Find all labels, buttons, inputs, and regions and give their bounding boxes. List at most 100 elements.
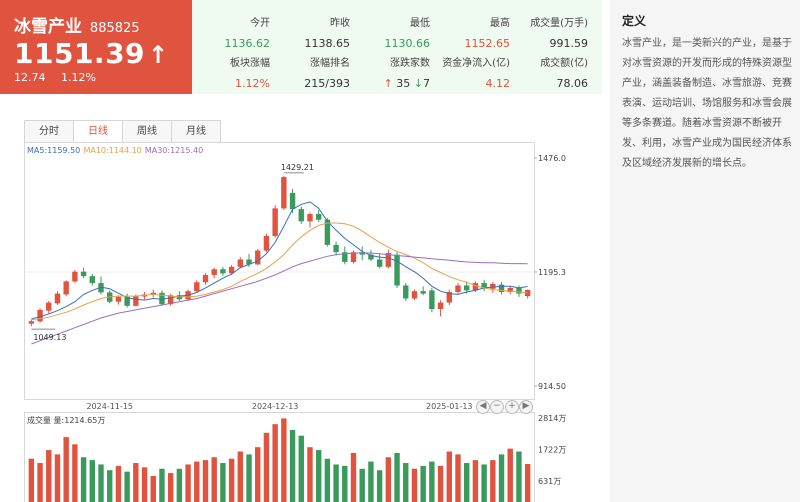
stat-label: 涨幅排名 — [310, 58, 350, 69]
volume-bar — [107, 470, 113, 502]
stats-panel: 今开 1136.62 昨收 1138.65 最低 1130.66 最高 1152… — [192, 0, 602, 94]
tab-monthly[interactable]: 月线 — [172, 120, 221, 143]
ma-legend-item: MA10:1144.10 — [83, 146, 141, 155]
volume-bar — [237, 451, 244, 502]
volume-bar — [315, 450, 322, 502]
volume-bar — [437, 465, 444, 502]
volume-tick-label: 2814万 — [538, 414, 566, 423]
volume-bar — [524, 464, 531, 502]
stat-label: 最低 — [410, 18, 430, 29]
candle — [211, 267, 217, 279]
stat-volume: 成交量(万手) 991.59 — [498, 14, 588, 50]
candle — [298, 206, 304, 224]
candle-body — [37, 309, 43, 322]
volume-axis: 2814万 1722万 631万 — [538, 414, 566, 486]
sector-code: 885825 — [89, 21, 140, 36]
candle — [28, 319, 35, 327]
candle-body — [472, 283, 479, 291]
candle-body — [394, 254, 400, 286]
stat-low: 最低 1130.66 — [340, 14, 431, 50]
current-price: 1151.39 — [14, 37, 146, 70]
candle — [324, 218, 331, 247]
tab-intraday[interactable]: 分时 — [24, 120, 74, 143]
min-label: 1049.13 — [33, 333, 66, 342]
candle — [498, 282, 505, 295]
stat-label: 今开 — [250, 18, 270, 29]
candle — [263, 233, 270, 253]
candle-body — [429, 290, 435, 310]
stat-label: 涨跌家数 — [390, 58, 430, 69]
volume-bar — [350, 452, 357, 502]
volume-bar — [89, 460, 96, 502]
candle — [446, 289, 452, 305]
price-annotations: 1429.21 1049.13 — [31, 163, 314, 342]
volume-bar — [429, 461, 435, 502]
candle — [403, 283, 409, 301]
candle-body — [376, 259, 383, 267]
volume-bar — [472, 460, 479, 502]
volume-bar — [228, 458, 235, 502]
sector-name: 冰雪产业 885825 — [14, 12, 140, 37]
volume-bar — [80, 457, 87, 502]
candle — [342, 246, 348, 265]
candle — [63, 280, 69, 297]
volume-bar — [359, 468, 365, 502]
candle-body — [455, 285, 461, 292]
candle-body — [80, 271, 87, 277]
volume-bar — [376, 470, 383, 502]
candle — [159, 290, 165, 306]
candle-body — [516, 287, 522, 294]
candle-body — [115, 296, 122, 302]
candle-body — [281, 177, 287, 209]
candle — [411, 289, 418, 301]
volume-label: 成交量 量:1214.65万 — [27, 415, 105, 425]
price-panel-frame — [24, 142, 535, 400]
stat-value: 215/393 — [304, 77, 350, 90]
volume-tick-label: 1722万 — [538, 445, 566, 454]
candle — [89, 274, 96, 286]
candle-body — [307, 214, 313, 222]
zoom-out-button[interactable]: − — [490, 400, 504, 414]
change-percent: 1.12% — [61, 71, 96, 84]
candle — [420, 286, 426, 296]
volume-bar — [150, 475, 156, 502]
candle-body — [46, 302, 52, 311]
tab-weekly[interactable]: 周线 — [123, 120, 172, 143]
stat-value: 1152.65 — [464, 37, 511, 50]
volume-bar — [324, 458, 331, 502]
date-axis: 2024-11-15 2024-12-13 2025-01-13 — [86, 402, 472, 411]
candle-body — [54, 293, 61, 304]
volume-bar — [141, 467, 148, 502]
candle-body — [89, 276, 96, 284]
volume-bar — [46, 450, 52, 502]
volume-bar — [28, 458, 35, 502]
kline-chart[interactable]: MA5:1159.50 MA10:1144.10 MA30:1215.40 1476… — [0, 142, 600, 502]
zoom-in-button[interactable]: + — [505, 400, 519, 414]
stat-value: 78.06 — [556, 77, 589, 90]
candle — [255, 248, 261, 266]
ma10-line — [31, 222, 528, 321]
candle-body — [263, 235, 270, 251]
volume-bar — [446, 451, 452, 502]
scroll-left-button[interactable]: ◀ — [476, 400, 490, 414]
candle — [394, 252, 400, 288]
stat-turnover: 成交额(亿) 78.06 — [498, 54, 588, 90]
candle — [376, 253, 383, 269]
tab-daily[interactable]: 日线 — [74, 120, 123, 143]
max-label: 1429.21 — [281, 163, 314, 172]
candle — [272, 205, 278, 238]
candle — [54, 291, 61, 305]
candle-body — [463, 285, 470, 291]
stat-label: 资金净流入(亿) — [442, 58, 510, 69]
volume-bar — [220, 463, 226, 502]
definition-title: 定义 — [622, 14, 647, 28]
volume-bar — [498, 454, 505, 502]
volume-bar — [246, 454, 252, 502]
candle-body — [28, 321, 35, 324]
definition-panel: 定义 冰雪产业，是一类新兴的产业，是基于对冰雪资源的开发而形成的特殊资源型产业，… — [610, 0, 800, 502]
volume-bar — [507, 448, 513, 502]
candle-body — [133, 296, 139, 306]
scroll-right-button[interactable]: ▶ — [519, 400, 533, 414]
volume-bar — [211, 457, 217, 502]
stat-rank: 涨幅排名 215/393 — [260, 54, 350, 90]
